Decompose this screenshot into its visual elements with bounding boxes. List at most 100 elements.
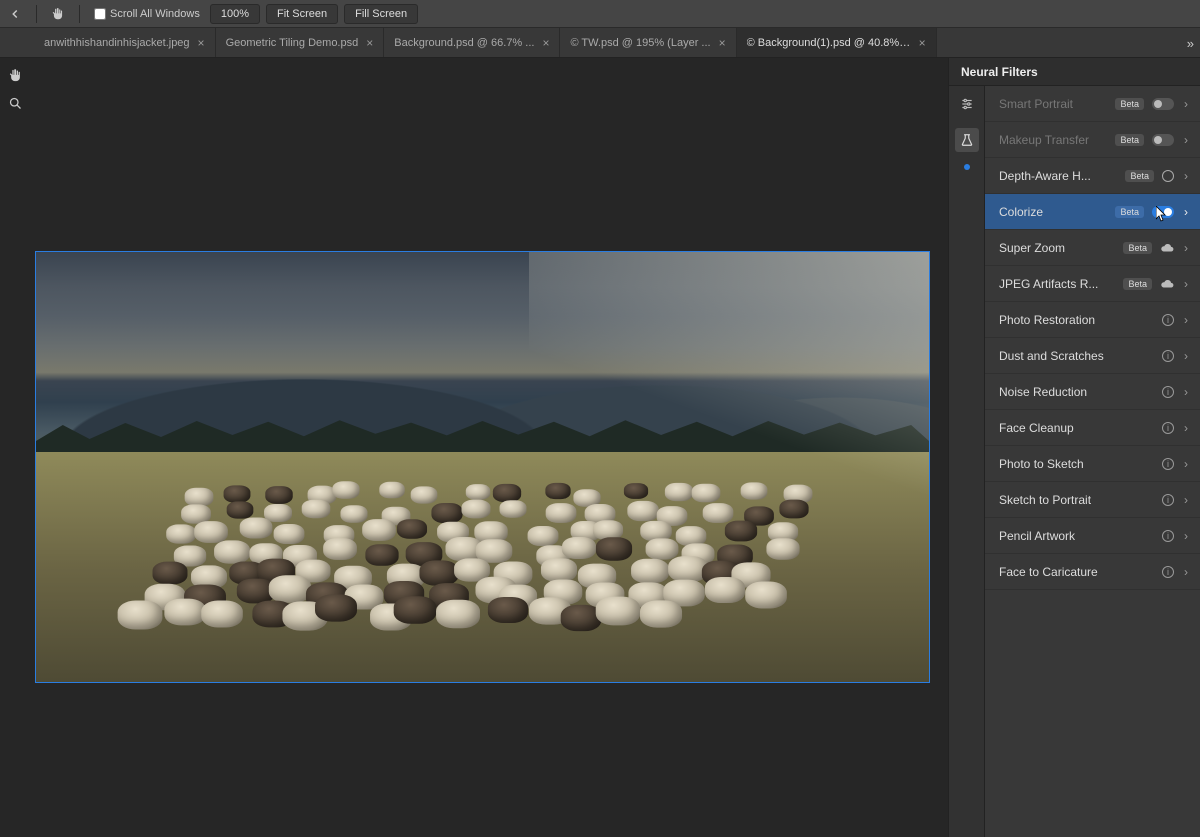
image-sheep-flock bbox=[166, 477, 846, 647]
close-icon[interactable]: × bbox=[542, 36, 549, 50]
info-icon[interactable]: i bbox=[1162, 386, 1174, 398]
chevron-right-icon: › bbox=[1182, 133, 1190, 147]
info-icon[interactable]: i bbox=[1162, 314, 1174, 326]
chevron-right-icon: › bbox=[1182, 313, 1190, 327]
panel-category-sidebar bbox=[949, 86, 985, 837]
filter-name: Depth-Aware H... bbox=[999, 169, 1117, 183]
filter-item[interactable]: Face Cleanup i › bbox=[985, 410, 1200, 446]
cloud-download-icon[interactable] bbox=[1160, 241, 1174, 255]
document-tab[interactable]: Geometric Tiling Demo.psd × bbox=[216, 28, 385, 57]
chevron-right-icon: › bbox=[1182, 169, 1190, 183]
filter-name: Colorize bbox=[999, 205, 1107, 219]
chevron-right-icon: › bbox=[1182, 421, 1190, 435]
chevron-right-icon: › bbox=[1182, 349, 1190, 363]
top-toolbar: Scroll All Windows 100% Fit Screen Fill … bbox=[0, 0, 1200, 28]
filter-item[interactable]: Depth-Aware H... Beta › bbox=[985, 158, 1200, 194]
chevron-right-icon: › bbox=[1182, 565, 1190, 579]
tab-label: Geometric Tiling Demo.psd bbox=[226, 37, 359, 49]
filter-item[interactable]: Smart PortraitBeta› bbox=[985, 86, 1200, 122]
close-icon[interactable]: × bbox=[919, 36, 926, 50]
beta-badge: Beta bbox=[1123, 278, 1152, 290]
cloud-download-icon[interactable] bbox=[1160, 277, 1174, 291]
chevron-right-icon: › bbox=[1182, 241, 1190, 255]
filter-item[interactable]: Noise Reduction i › bbox=[985, 374, 1200, 410]
info-icon[interactable]: i bbox=[1162, 566, 1174, 578]
document-tabstrip: anwithhishandinhisjacket.jpeg×Geometric … bbox=[0, 28, 1200, 58]
tab-overflow-button[interactable]: » bbox=[1187, 28, 1194, 58]
hand-tool-icon[interactable] bbox=[47, 4, 69, 24]
filter-item[interactable]: JPEG Artifacts R... Beta › bbox=[985, 266, 1200, 302]
scroll-all-windows-label: Scroll All Windows bbox=[110, 8, 200, 20]
zoom-tool-icon[interactable] bbox=[4, 92, 26, 114]
beta-badge: Beta bbox=[1115, 98, 1144, 110]
scroll-all-windows-checkbox[interactable]: Scroll All Windows bbox=[90, 8, 204, 20]
filter-toggle[interactable] bbox=[1152, 98, 1174, 110]
back-button[interactable] bbox=[4, 4, 26, 24]
filter-item[interactable]: Face to Caricature i › bbox=[985, 554, 1200, 590]
beta-badge: Beta bbox=[1115, 206, 1144, 218]
chevron-right-icon: › bbox=[1182, 277, 1190, 291]
close-icon[interactable]: × bbox=[366, 36, 373, 50]
beta-badge: Beta bbox=[1125, 170, 1154, 182]
chevron-right-icon: › bbox=[1182, 529, 1190, 543]
fit-screen-button[interactable]: Fit Screen bbox=[266, 4, 338, 24]
separator bbox=[79, 5, 80, 23]
chevron-right-icon: › bbox=[1182, 205, 1190, 219]
tab-label: anwithhishandinhisjacket.jpeg bbox=[44, 37, 190, 49]
filter-item[interactable]: Sketch to Portraiti› bbox=[985, 482, 1200, 518]
beta-badge: Beta bbox=[1115, 134, 1144, 146]
filter-item[interactable]: Super ZoomBeta› bbox=[985, 230, 1200, 266]
filter-name: Noise Reduction bbox=[999, 385, 1154, 399]
tab-label: © Background(1).psd @ 40.8% (Layer 0, RG… bbox=[747, 37, 911, 49]
filter-item[interactable]: Dust and Scratches i › bbox=[985, 338, 1200, 374]
close-icon[interactable]: × bbox=[719, 36, 726, 50]
document-tab[interactable]: © Background(1).psd @ 40.8% (Layer 0, RG… bbox=[737, 28, 937, 57]
settings-icon[interactable] bbox=[955, 92, 979, 116]
fill-screen-button[interactable]: Fill Screen bbox=[344, 4, 418, 24]
document-tab[interactable]: anwithhishandinhisjacket.jpeg × bbox=[34, 28, 216, 57]
info-icon[interactable]: i bbox=[1162, 422, 1174, 434]
zoom-level-button[interactable]: 100% bbox=[210, 4, 260, 24]
filter-item[interactable]: Photo to Sketch i › bbox=[985, 446, 1200, 482]
info-icon[interactable]: i bbox=[1162, 530, 1174, 542]
filter-name: Face Cleanup bbox=[999, 421, 1154, 435]
filter-name: Dust and Scratches bbox=[999, 349, 1154, 363]
filter-name: Face to Caricature bbox=[999, 565, 1154, 579]
document-tab[interactable]: © TW.psd @ 195% (Layer ... × bbox=[560, 28, 736, 57]
filter-name: Pencil Artwork bbox=[999, 529, 1154, 543]
filter-item[interactable]: Makeup Transfer Beta › bbox=[985, 122, 1200, 158]
document-canvas[interactable] bbox=[35, 251, 930, 683]
document-tab[interactable]: Background.psd @ 66.7% ... × bbox=[384, 28, 560, 57]
chevron-right-icon: › bbox=[1182, 385, 1190, 399]
filter-toggle[interactable] bbox=[1152, 206, 1174, 218]
canvas-left-tools bbox=[4, 64, 26, 114]
neural-filters-panel: Neural Filters Smart PortraitBeta›Makeup… bbox=[948, 58, 1200, 837]
info-icon[interactable]: i bbox=[1162, 350, 1174, 362]
filter-name: Photo Restoration bbox=[999, 313, 1154, 327]
panel-title: Neural Filters bbox=[949, 58, 1200, 86]
close-icon[interactable]: × bbox=[198, 36, 205, 50]
tab-label: © TW.psd @ 195% (Layer ... bbox=[570, 37, 710, 49]
hand-tool-icon[interactable] bbox=[4, 64, 26, 86]
filter-list: Smart PortraitBeta›Makeup TransferBeta›D… bbox=[985, 86, 1200, 837]
filter-item[interactable]: Pencil Artwork i › bbox=[985, 518, 1200, 554]
filter-name: Makeup Transfer bbox=[999, 133, 1107, 147]
filter-name: Photo to Sketch bbox=[999, 457, 1154, 471]
separator bbox=[36, 5, 37, 23]
tab-label: Background.psd @ 66.7% ... bbox=[394, 37, 534, 49]
beaker-icon[interactable] bbox=[955, 128, 979, 152]
main-area: Neural Filters Smart PortraitBeta›Makeup… bbox=[0, 58, 1200, 837]
filter-item[interactable]: Photo Restoration i › bbox=[985, 302, 1200, 338]
canvas-area[interactable] bbox=[0, 58, 948, 837]
scroll-all-windows-input[interactable] bbox=[94, 8, 106, 20]
chevron-right-icon: › bbox=[1182, 457, 1190, 471]
filter-item[interactable]: Colorize Beta › bbox=[985, 194, 1200, 230]
download-indicator-icon bbox=[1162, 170, 1174, 182]
chevron-right-icon: › bbox=[1182, 493, 1190, 507]
info-icon[interactable]: i bbox=[1162, 458, 1174, 470]
active-indicator-dot bbox=[964, 164, 970, 170]
info-icon[interactable]: i bbox=[1162, 494, 1174, 506]
chevron-right-icon: › bbox=[1182, 97, 1190, 111]
filter-toggle[interactable] bbox=[1152, 134, 1174, 146]
filter-name: JPEG Artifacts R... bbox=[999, 277, 1115, 291]
